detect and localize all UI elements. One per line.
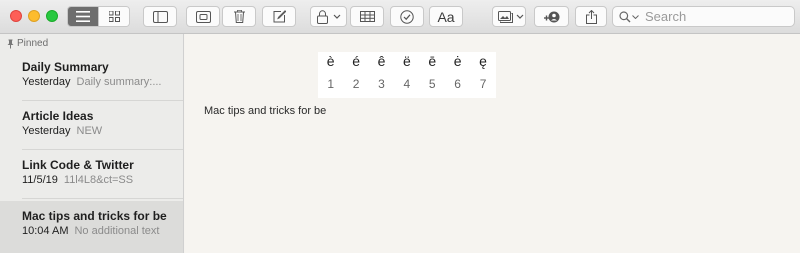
note-title: Daily Summary: [22, 60, 109, 74]
lock-icon: [317, 9, 328, 24]
delete-button[interactable]: [222, 6, 256, 27]
format-icon: Aa: [437, 8, 455, 25]
accent-number: 6: [454, 77, 461, 91]
accent-option[interactable]: ê: [369, 53, 394, 69]
accent-option[interactable]: é: [343, 53, 368, 69]
table-button[interactable]: [350, 6, 384, 27]
accent-characters: è é ê ë ē ė ę: [318, 53, 496, 69]
view-mode-switch: [67, 6, 130, 27]
share-button[interactable]: [575, 6, 607, 27]
note-meta: Yesterday NEW: [22, 125, 102, 137]
notes-window: Aa Search Pinned Daily Summary Yesterday…: [0, 0, 800, 253]
search-icon: [619, 10, 631, 22]
sidebar-toggle-icon: [152, 10, 168, 23]
note-title: Mac tips and tricks for be: [22, 209, 167, 223]
note-title: Article Ideas: [22, 109, 94, 123]
list-view-button[interactable]: [68, 7, 98, 26]
collaborate-icon: [544, 11, 560, 22]
note-preview: 11l4L8&ct=SS: [63, 174, 134, 186]
divider: [22, 198, 183, 199]
note-date: Yesterday: [22, 76, 71, 88]
note-preview: No additional text: [74, 225, 160, 237]
note-meta: 11/5/19 11l4L8&ct=SS: [22, 174, 133, 186]
note-meta: Yesterday Daily summary:...: [22, 76, 162, 88]
accent-option[interactable]: è: [318, 53, 343, 69]
accent-number: 7: [479, 77, 487, 91]
note-editor[interactable]: è é ê ë ē ė ę 1 2 3 4 5 6 7 Mac tips and…: [185, 34, 800, 253]
checklist-icon: [400, 9, 414, 24]
accent-number: 5: [428, 77, 436, 91]
note-item[interactable]: Daily Summary Yesterday Daily summary:...: [0, 52, 183, 101]
attachments-icon: [195, 10, 211, 23]
collaborate-button[interactable]: [534, 6, 569, 27]
close-window-button[interactable]: [10, 10, 22, 22]
minimize-window-button[interactable]: [28, 10, 40, 22]
accent-number: 1: [327, 77, 335, 91]
note-item[interactable]: Link Code & Twitter 11/5/19 11l4L8&ct=SS: [0, 150, 183, 199]
note-date: Yesterday: [22, 125, 71, 137]
accent-shortcut-numbers: 1 2 3 4 5 6 7: [318, 77, 496, 91]
accent-number: 4: [403, 77, 411, 91]
accent-option[interactable]: ë: [394, 53, 419, 69]
note-date: 11/5/19: [22, 174, 58, 186]
gallery-view-button[interactable]: [98, 7, 129, 26]
note-body-text[interactable]: Mac tips and tricks for be: [204, 105, 326, 117]
gallery-view-icon: [108, 11, 120, 22]
note-title: Link Code & Twitter: [22, 158, 134, 172]
search-field[interactable]: [612, 6, 795, 27]
toolbar: Aa: [0, 0, 800, 34]
note-meta: 10:04 AM No additional text: [22, 225, 159, 237]
accent-number: 3: [378, 77, 385, 91]
accent-number: 2: [352, 77, 360, 91]
media-button[interactable]: [492, 6, 526, 27]
accent-option[interactable]: ė: [445, 53, 470, 69]
note-date: 10:04 AM: [22, 225, 69, 237]
note-preview: NEW: [76, 125, 103, 137]
media-icon: [498, 10, 513, 23]
sidebar-toggle-button[interactable]: [143, 6, 177, 27]
attachments-button[interactable]: [186, 6, 220, 27]
lock-note-button[interactable]: [310, 6, 347, 27]
chevron-down-icon: [516, 14, 524, 19]
compose-icon: [273, 10, 286, 23]
accent-picker: è é ê ë ē ė ę 1 2 3 4 5 6 7: [318, 52, 496, 98]
pinned-label: Pinned: [17, 38, 49, 49]
notes-list: Pinned Daily Summary Yesterday Daily summ…: [0, 34, 184, 253]
accent-option[interactable]: ę: [470, 53, 495, 69]
pin-icon: [7, 39, 14, 48]
chevron-down-icon: [632, 14, 639, 19]
chevron-down-icon: [333, 14, 341, 19]
accent-option[interactable]: ē: [420, 53, 445, 69]
list-view-icon: [76, 11, 90, 22]
zoom-window-button[interactable]: [46, 10, 58, 22]
table-icon: [359, 11, 375, 22]
format-button[interactable]: Aa: [429, 6, 463, 27]
new-note-button[interactable]: [262, 6, 296, 27]
pinned-header: Pinned: [7, 38, 48, 49]
search-input[interactable]: [643, 8, 787, 25]
checklist-button[interactable]: [390, 6, 424, 27]
trash-icon: [233, 10, 245, 23]
note-item-selected[interactable]: Mac tips and tricks for be 10:04 AM No ad…: [0, 201, 183, 253]
note-preview: Daily summary:...: [76, 76, 162, 88]
share-icon: [585, 9, 597, 24]
note-item[interactable]: Article Ideas Yesterday NEW: [0, 101, 183, 150]
